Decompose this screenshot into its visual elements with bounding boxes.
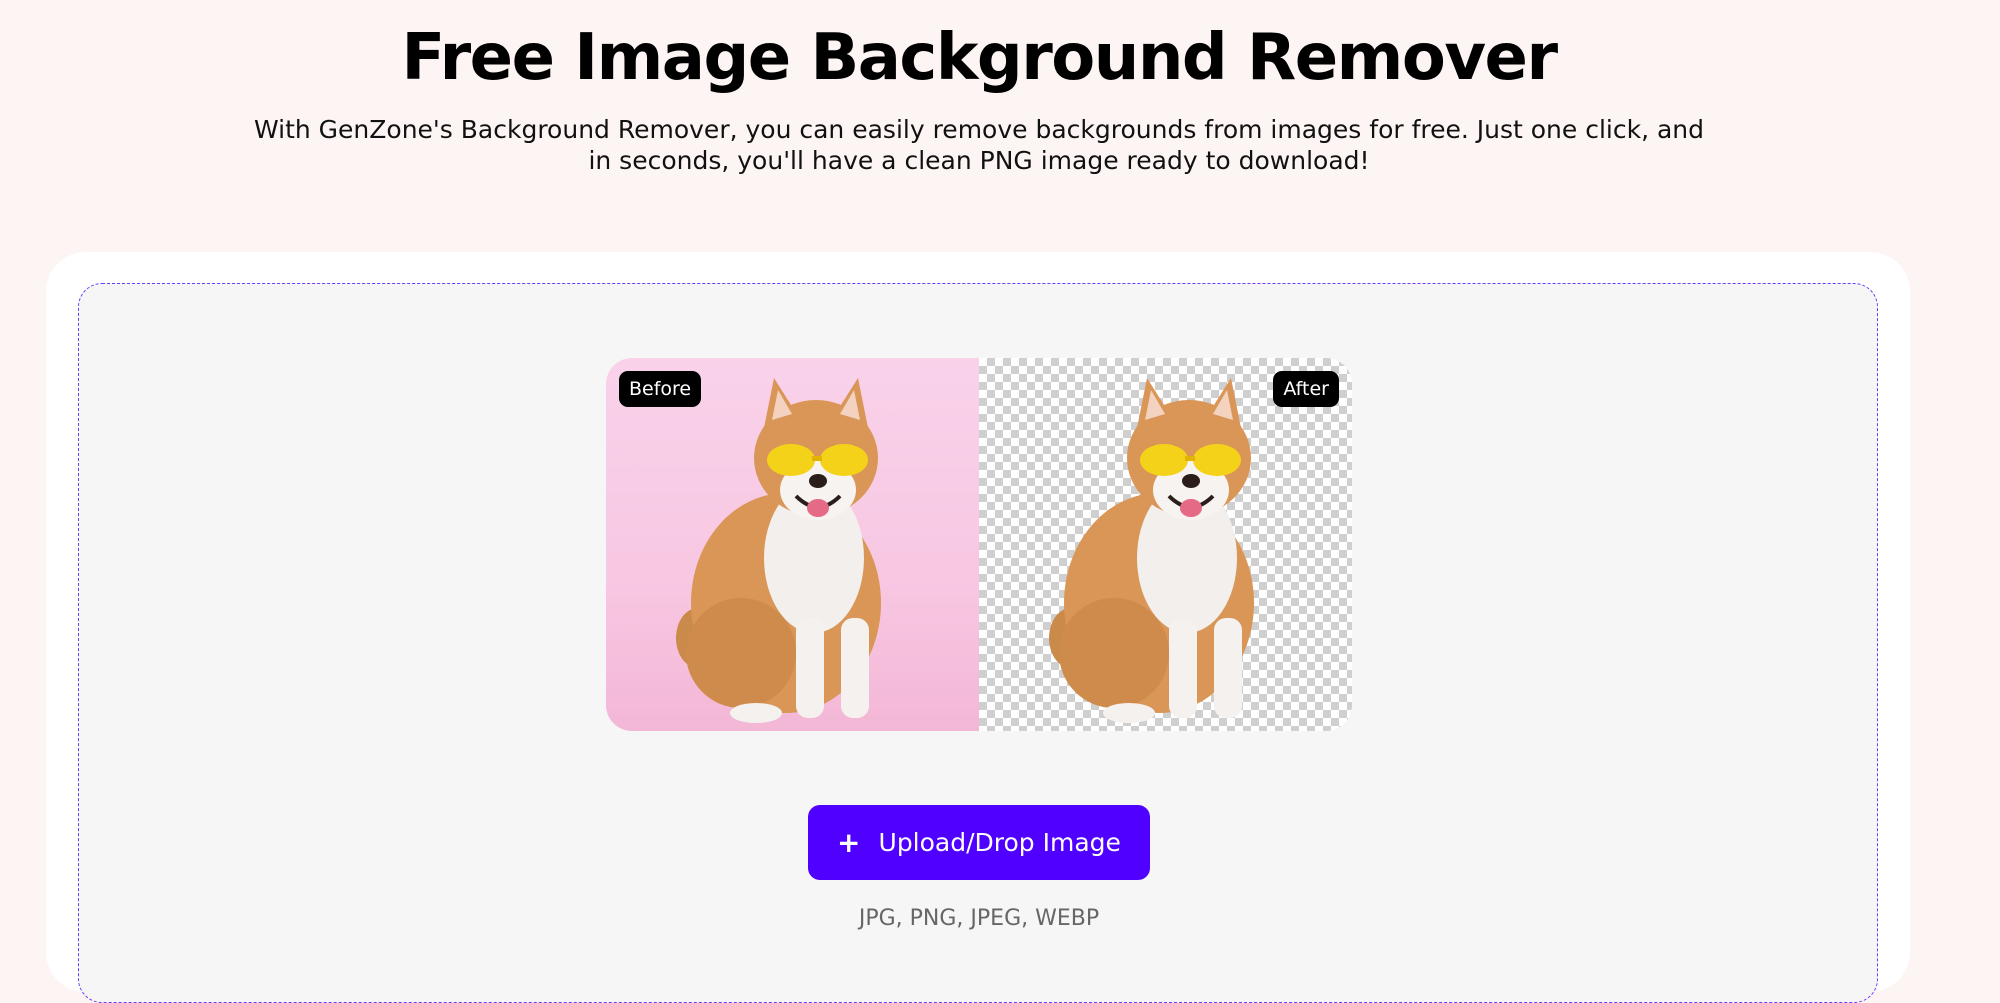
before-after-preview: Before After — [606, 358, 1352, 731]
after-panel: After — [979, 358, 1352, 731]
upload-image-button[interactable]: + Upload/Drop Image — [808, 805, 1150, 880]
supported-formats: JPG, PNG, JPEG, WEBP — [858, 906, 1100, 931]
dog-image-after — [1049, 378, 1254, 723]
before-panel: Before — [606, 358, 979, 731]
page-description: With GenZone's Background Remover, you c… — [253, 115, 1705, 175]
upload-button-label: Upload/Drop Image — [878, 828, 1121, 857]
page-title: Free Image Background Remover — [401, 21, 1558, 95]
dog-image-before — [676, 378, 881, 723]
plus-icon: + — [837, 825, 861, 859]
before-label: Before — [619, 371, 702, 407]
after-label: After — [1273, 371, 1339, 407]
